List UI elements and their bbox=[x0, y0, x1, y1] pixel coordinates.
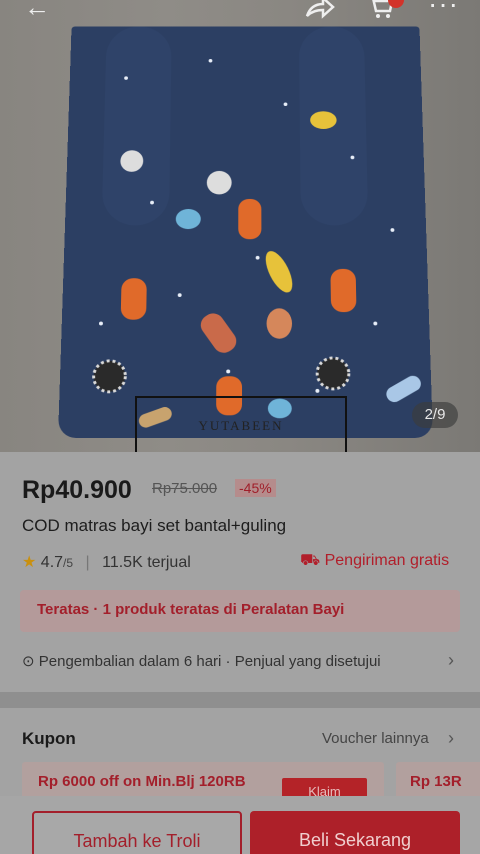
discount-badge: -45% bbox=[235, 479, 276, 497]
original-price: Rp75.000 bbox=[152, 480, 218, 497]
star-icon: ★ bbox=[22, 554, 37, 571]
chevron-right-icon[interactable]: › bbox=[448, 728, 454, 749]
shipping-label: Pengiriman gratis bbox=[324, 552, 450, 569]
sold-count: 11.5K terjual bbox=[102, 554, 191, 571]
rating-row: ★ 4.7/5 | 11.5K terjual bbox=[22, 552, 191, 572]
rating-max: /5 bbox=[63, 556, 74, 570]
free-shipping[interactable]: ⛟ Pengiriman gratis bbox=[300, 551, 449, 571]
share-icon[interactable] bbox=[303, 0, 335, 20]
top-banner-text: Teratas · 1 produk teratas di Peralatan … bbox=[37, 601, 345, 618]
product-image[interactable]: YUTABEEN 2/9 bbox=[0, 0, 480, 452]
rating-value: 4.7 bbox=[40, 554, 64, 571]
more-icon[interactable]: ··· bbox=[428, 0, 459, 18]
coupon-title: Kupon bbox=[22, 729, 76, 748]
price: Rp40.900 bbox=[22, 476, 132, 504]
space-pattern bbox=[58, 59, 424, 430]
product-title: COD matras bayi set bantal+guling bbox=[22, 516, 287, 535]
returns-text: Pengembalian dalam 6 hari · Penjual yang… bbox=[38, 653, 381, 670]
add-to-cart-button[interactable]: Tambah ke Troli bbox=[32, 811, 242, 854]
truck-icon: ⛟ bbox=[300, 552, 321, 569]
top-product-banner[interactable]: Teratas · 1 produk teratas di Peralatan … bbox=[20, 590, 460, 632]
chevron-right-icon[interactable]: › bbox=[448, 650, 454, 671]
more-vouchers-link[interactable]: Voucher lainnya bbox=[322, 730, 429, 747]
returns-row[interactable]: ⊙ Pengembalian dalam 6 hari · Penjual ya… bbox=[22, 652, 381, 670]
watermark-text: YUTABEEN bbox=[198, 418, 284, 433]
check-circle-icon: ⊙ bbox=[22, 653, 35, 670]
buy-now-button[interactable]: Beli Sekarang bbox=[250, 811, 460, 854]
more-vouchers-label: Voucher lainnya bbox=[322, 730, 429, 747]
brand-watermark: YUTABEEN bbox=[135, 396, 347, 452]
section-divider bbox=[0, 692, 480, 708]
image-counter: 2/9 bbox=[412, 402, 458, 428]
arrow-left-icon[interactable]: ← bbox=[24, 0, 50, 20]
coupon-text: Rp 6000 off on Min.Blj 120RB bbox=[38, 773, 246, 790]
coupon-2-text: Rp 13R bbox=[410, 773, 462, 790]
product-page: YUTABEEN 2/9 ← ··· Rp40.900 Rp75.000 -45… bbox=[0, 0, 480, 854]
mattress-image bbox=[58, 26, 433, 439]
divider: | bbox=[85, 554, 90, 571]
